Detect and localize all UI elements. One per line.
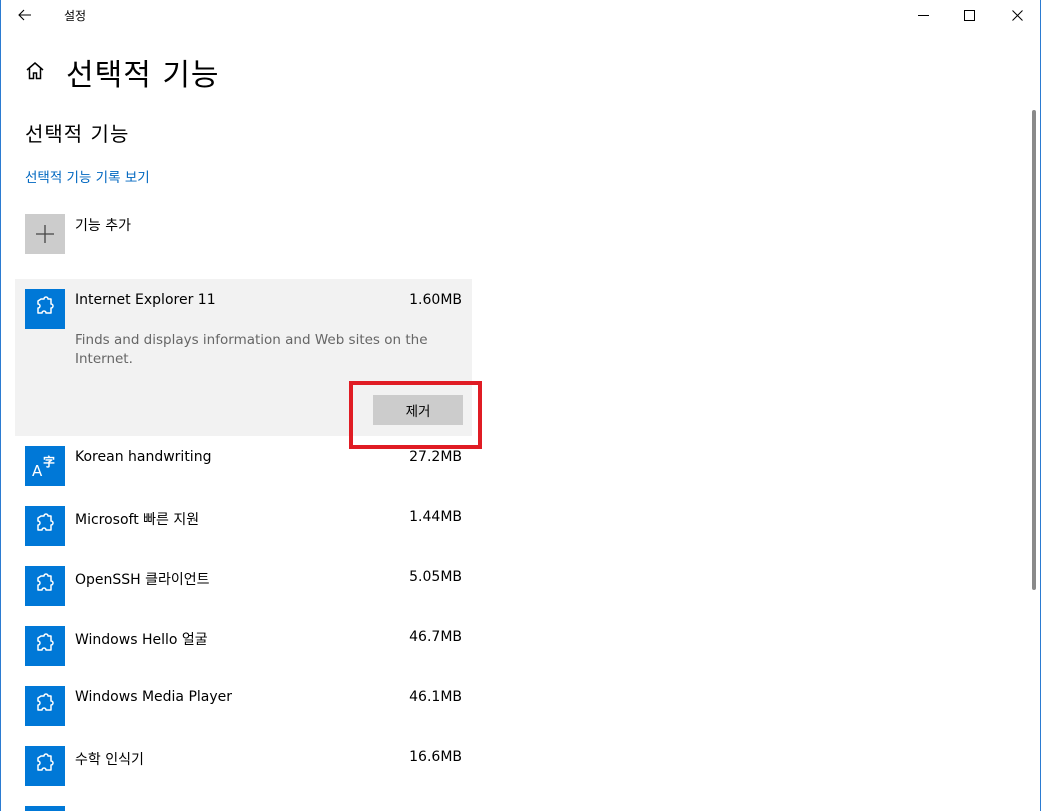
feature-item-korean-handwriting[interactable]: A 字 Korean handwriting 27.2MB bbox=[15, 446, 472, 496]
add-feature-button[interactable] bbox=[25, 214, 65, 254]
feature-name: Microsoft 빠른 지원 bbox=[75, 512, 200, 528]
plus-icon bbox=[36, 225, 54, 243]
maximize-button[interactable] bbox=[946, 0, 992, 30]
home-button[interactable] bbox=[24, 60, 46, 82]
close-icon bbox=[1011, 9, 1023, 21]
puzzle-icon bbox=[25, 746, 65, 786]
feature-size: 46.7MB bbox=[409, 629, 462, 645]
annotation-highlight-box bbox=[349, 381, 482, 449]
feature-name: 수학 인식기 bbox=[75, 752, 144, 768]
feature-size: 1.60MB bbox=[409, 292, 462, 308]
feature-item-quick-assist[interactable]: Microsoft 빠른 지원 1.44MB bbox=[15, 506, 472, 556]
language-icon: A 字 bbox=[25, 446, 65, 486]
puzzle-icon bbox=[25, 806, 65, 811]
feature-size: 5.05MB bbox=[409, 569, 462, 585]
puzzle-icon bbox=[25, 686, 65, 726]
feature-size: 1.44MB bbox=[409, 509, 462, 525]
feature-description: Finds and displays information and Web s… bbox=[75, 332, 428, 367]
svg-text:字: 字 bbox=[43, 454, 55, 469]
feature-name: Windows Media Player bbox=[75, 689, 233, 705]
feature-item-windows-hello-face[interactable]: Windows Hello 얼굴 46.7MB bbox=[15, 626, 472, 676]
feature-size: 46.1MB bbox=[409, 689, 462, 705]
puzzle-icon bbox=[25, 626, 65, 666]
feature-name: Internet Explorer 11 bbox=[75, 292, 216, 308]
title-bar: 설정 bbox=[1, 0, 1040, 30]
minimize-button[interactable] bbox=[900, 0, 946, 30]
back-arrow-icon bbox=[18, 9, 31, 21]
minimize-icon bbox=[917, 14, 929, 16]
maximize-icon bbox=[963, 9, 975, 21]
feature-size: 16.6MB bbox=[409, 749, 462, 765]
back-button[interactable] bbox=[11, 2, 39, 28]
puzzle-icon bbox=[25, 506, 65, 546]
feature-item-openssh-client[interactable]: OpenSSH 클라이언트 5.05MB bbox=[15, 566, 472, 616]
feature-name: Windows Hello 얼굴 bbox=[75, 632, 208, 648]
svg-text:A: A bbox=[32, 462, 43, 480]
home-icon bbox=[26, 62, 44, 80]
section-title: 선택적 기능 bbox=[25, 122, 130, 146]
feature-item-math-recognizer[interactable]: 수학 인식기 16.6MB bbox=[15, 746, 472, 796]
feature-size: 27.2MB bbox=[409, 449, 462, 465]
feature-item-partial[interactable] bbox=[15, 806, 472, 811]
feature-name: OpenSSH 클라이언트 bbox=[75, 572, 210, 588]
window-title: 설정 bbox=[64, 9, 87, 23]
puzzle-icon bbox=[25, 566, 65, 606]
scrollbar[interactable] bbox=[1032, 110, 1036, 590]
view-history-link[interactable]: 선택적 기능 기록 보기 bbox=[25, 166, 150, 186]
feature-item-windows-media-player[interactable]: Windows Media Player 46.1MB bbox=[15, 686, 472, 736]
page-title: 선택적 기능 bbox=[66, 58, 220, 93]
close-button[interactable] bbox=[994, 0, 1040, 30]
feature-name: Korean handwriting bbox=[75, 449, 212, 465]
window-border-left bbox=[0, 0, 1, 811]
puzzle-icon bbox=[25, 289, 65, 329]
add-feature-label[interactable]: 기능 추가 bbox=[75, 215, 131, 235]
